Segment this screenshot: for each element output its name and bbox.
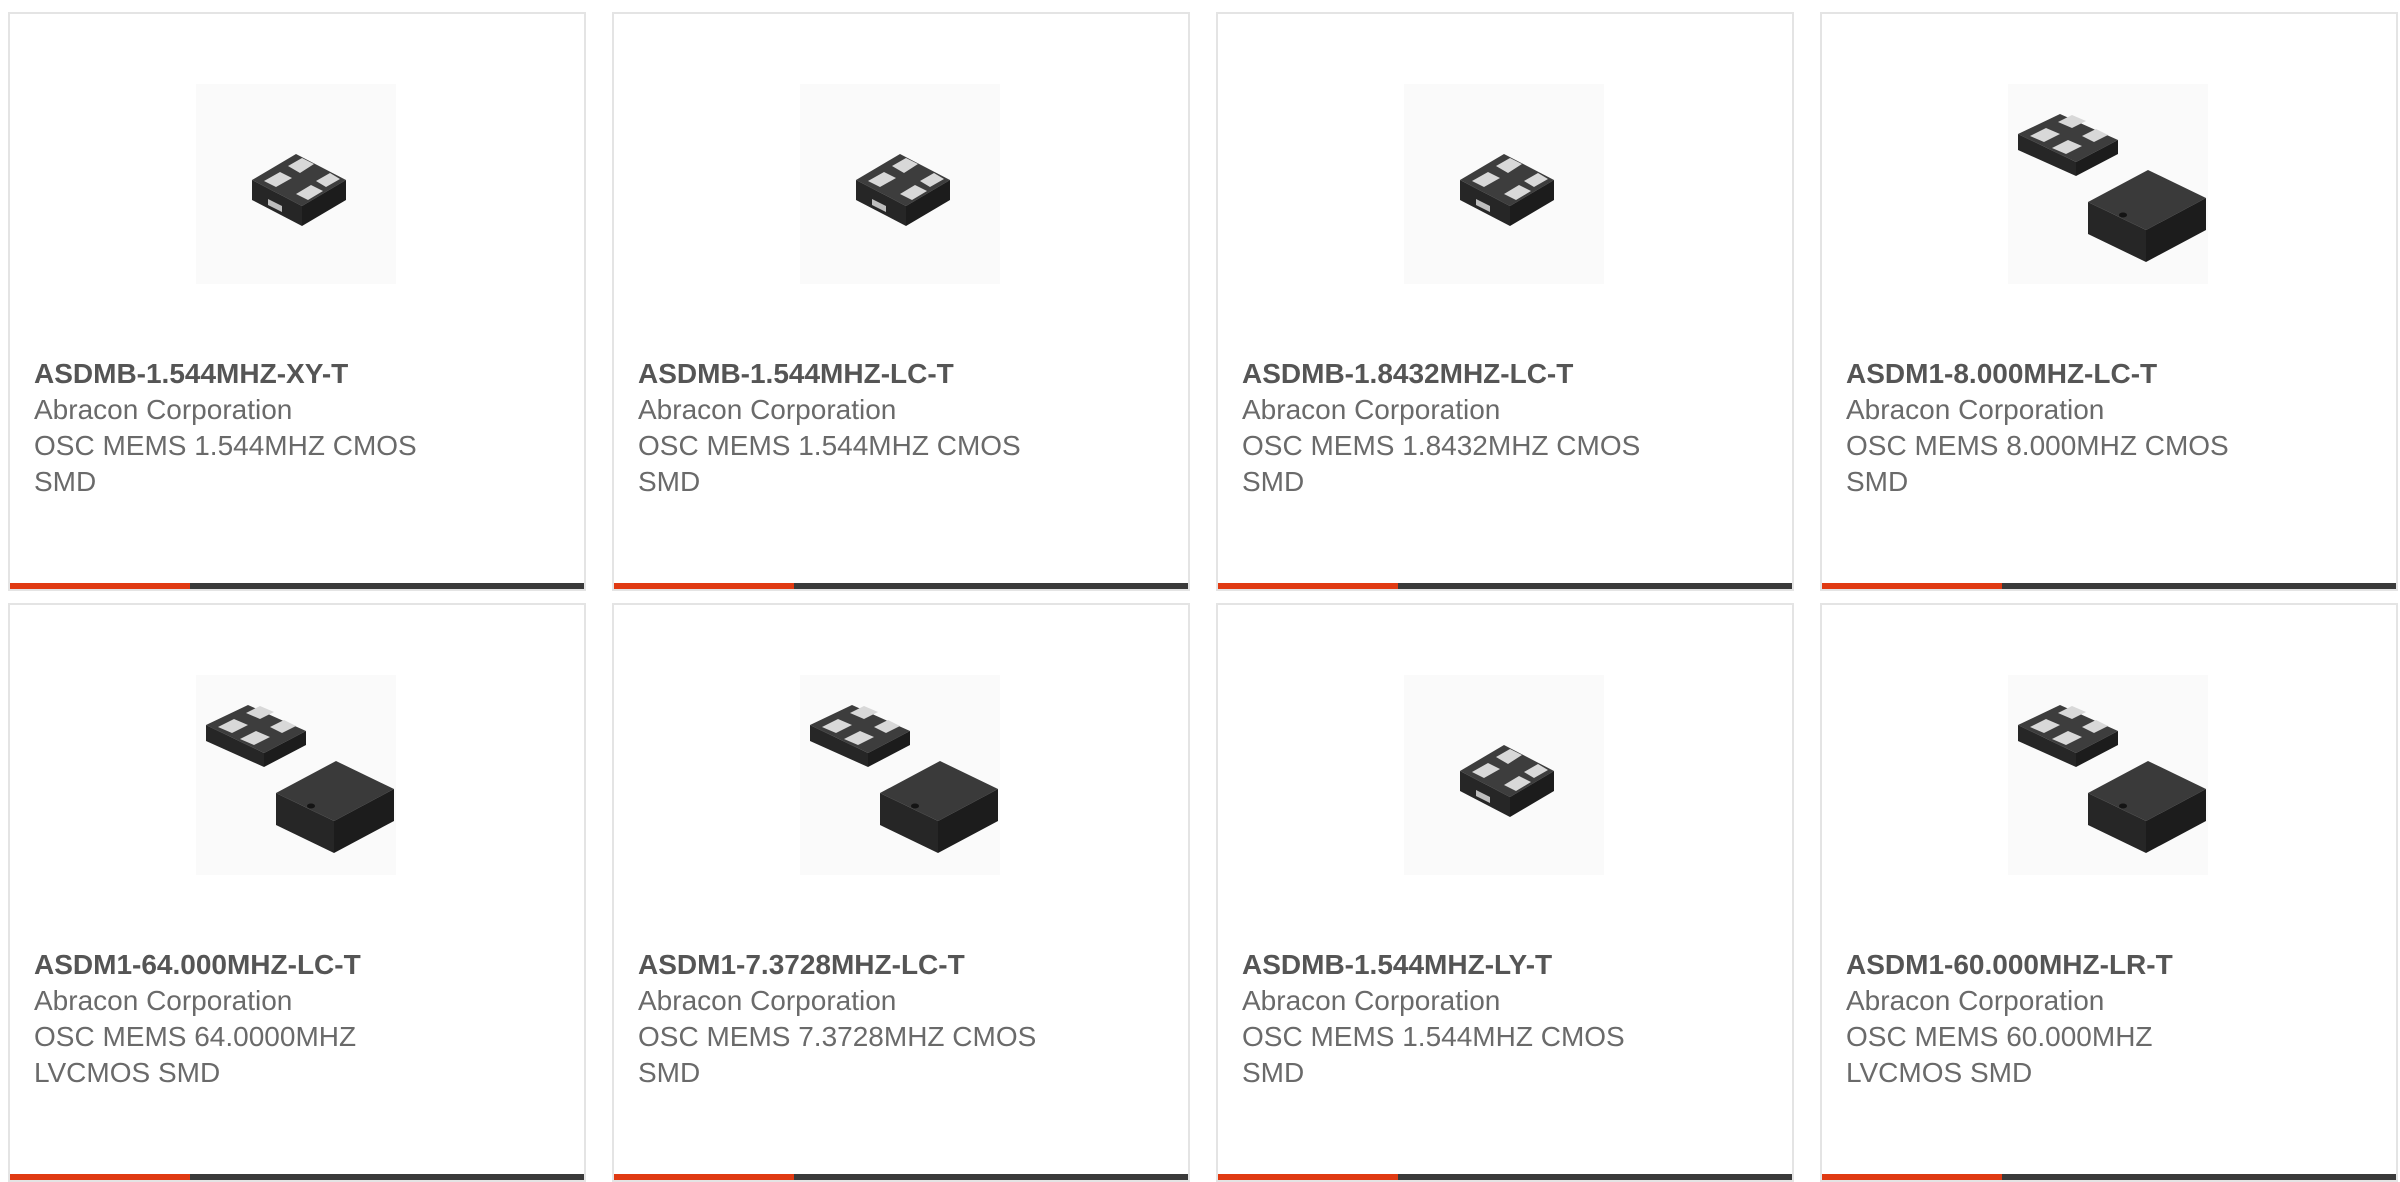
product-info: ASDM1-60.000MHZ-LR-T Abracon Corporation O…	[1846, 947, 2376, 1091]
product-info: ASDM1-7.3728MHZ-LC-T Abracon Corporation O…	[638, 947, 1168, 1091]
description-label: OSC MEMS 60.000MHZ LVCMOS SMD	[1846, 1021, 2153, 1088]
product-info: ASDMB-1.544MHZ-LY-T Abracon Corporation OS…	[1242, 947, 1772, 1091]
description-label: OSC MEMS 1.544MHZ CMOS SMD	[34, 430, 417, 497]
card-accent-bar	[1218, 1174, 1398, 1180]
manufacturer-label: Abracon Corporation	[1242, 394, 1501, 425]
card-bottom-bar	[1218, 1174, 1792, 1180]
product-card[interactable]: ASDMB-1.544MHZ-LC-T Abracon Corporation OS…	[612, 12, 1190, 591]
manufacturer-label: Abracon Corporation	[638, 394, 897, 425]
part-number-link[interactable]: ASDMB-1.544MHZ-XY-T	[34, 356, 564, 392]
card-accent-bar	[1218, 583, 1398, 589]
product-card[interactable]: ASDMB-1.8432MHZ-LC-T Abracon Corporation O…	[1216, 12, 1794, 591]
product-card[interactable]: ASDM1-7.3728MHZ-LC-T Abracon Corporation O…	[612, 603, 1190, 1182]
product-card[interactable]: ASDMB-1.544MHZ-LY-T Abracon Corporation OS…	[1216, 603, 1794, 1182]
part-number-link[interactable]: ASDM1-60.000MHZ-LR-T	[1846, 947, 2376, 983]
card-bottom-bar	[1822, 583, 2396, 589]
part-number-link[interactable]: ASDM1-8.000MHZ-LC-T	[1846, 356, 2376, 392]
card-accent-bar	[1822, 1174, 2002, 1180]
product-info: ASDM1-8.000MHZ-LC-T Abracon Corporation OS…	[1846, 356, 2376, 500]
product-image[interactable]	[800, 675, 1000, 875]
description-label: OSC MEMS 1.544MHZ CMOS SMD	[638, 430, 1021, 497]
product-info: ASDMB-1.8432MHZ-LC-T Abracon Corporation O…	[1242, 356, 1772, 500]
part-number-link[interactable]: ASDM1-7.3728MHZ-LC-T	[638, 947, 1168, 983]
card-accent-bar	[10, 1174, 190, 1180]
description-label: OSC MEMS 64.0000MHZ LVCMOS SMD	[34, 1021, 357, 1088]
product-grid: ASDMB-1.544MHZ-XY-T Abracon Corporation OS…	[8, 12, 2398, 1182]
part-number-link[interactable]: ASDMB-1.544MHZ-LC-T	[638, 356, 1168, 392]
product-card[interactable]: ASDM1-64.000MHZ-LC-T Abracon Corporation O…	[8, 603, 586, 1182]
product-image[interactable]	[196, 84, 396, 284]
product-image[interactable]	[196, 675, 396, 875]
product-image[interactable]	[800, 84, 1000, 284]
card-accent-bar	[1822, 583, 2002, 589]
description-label: OSC MEMS 7.3728MHZ CMOS SMD	[638, 1021, 1037, 1088]
product-card[interactable]: ASDM1-8.000MHZ-LC-T Abracon Corporation OS…	[1820, 12, 2398, 591]
part-number-link[interactable]: ASDMB-1.544MHZ-LY-T	[1242, 947, 1772, 983]
part-number-link[interactable]: ASDMB-1.8432MHZ-LC-T	[1242, 356, 1772, 392]
product-image[interactable]	[1404, 84, 1604, 284]
product-image[interactable]	[1404, 675, 1604, 875]
product-info: ASDMB-1.544MHZ-LC-T Abracon Corporation OS…	[638, 356, 1168, 500]
description-label: OSC MEMS 8.000MHZ CMOS SMD	[1846, 430, 2229, 497]
product-image[interactable]	[2008, 675, 2208, 875]
manufacturer-label: Abracon Corporation	[34, 394, 293, 425]
card-bottom-bar	[614, 1174, 1188, 1180]
manufacturer-label: Abracon Corporation	[1846, 985, 2105, 1016]
description-label: OSC MEMS 1.544MHZ CMOS SMD	[1242, 1021, 1625, 1088]
card-bottom-bar	[1218, 583, 1792, 589]
card-bottom-bar	[10, 583, 584, 589]
product-info: ASDM1-64.000MHZ-LC-T Abracon Corporation O…	[34, 947, 564, 1091]
manufacturer-label: Abracon Corporation	[638, 985, 897, 1016]
description-label: OSC MEMS 1.8432MHZ CMOS SMD	[1242, 430, 1641, 497]
card-bottom-bar	[10, 1174, 584, 1180]
product-card[interactable]: ASDM1-60.000MHZ-LR-T Abracon Corporation O…	[1820, 603, 2398, 1182]
card-bottom-bar	[614, 583, 1188, 589]
product-info: ASDMB-1.544MHZ-XY-T Abracon Corporation OS…	[34, 356, 564, 500]
card-bottom-bar	[1822, 1174, 2396, 1180]
manufacturer-label: Abracon Corporation	[1846, 394, 2105, 425]
manufacturer-label: Abracon Corporation	[1242, 985, 1501, 1016]
card-accent-bar	[10, 583, 190, 589]
card-accent-bar	[614, 1174, 794, 1180]
product-card[interactable]: ASDMB-1.544MHZ-XY-T Abracon Corporation OS…	[8, 12, 586, 591]
product-image[interactable]	[2008, 84, 2208, 284]
part-number-link[interactable]: ASDM1-64.000MHZ-LC-T	[34, 947, 564, 983]
card-accent-bar	[614, 583, 794, 589]
manufacturer-label: Abracon Corporation	[34, 985, 293, 1016]
